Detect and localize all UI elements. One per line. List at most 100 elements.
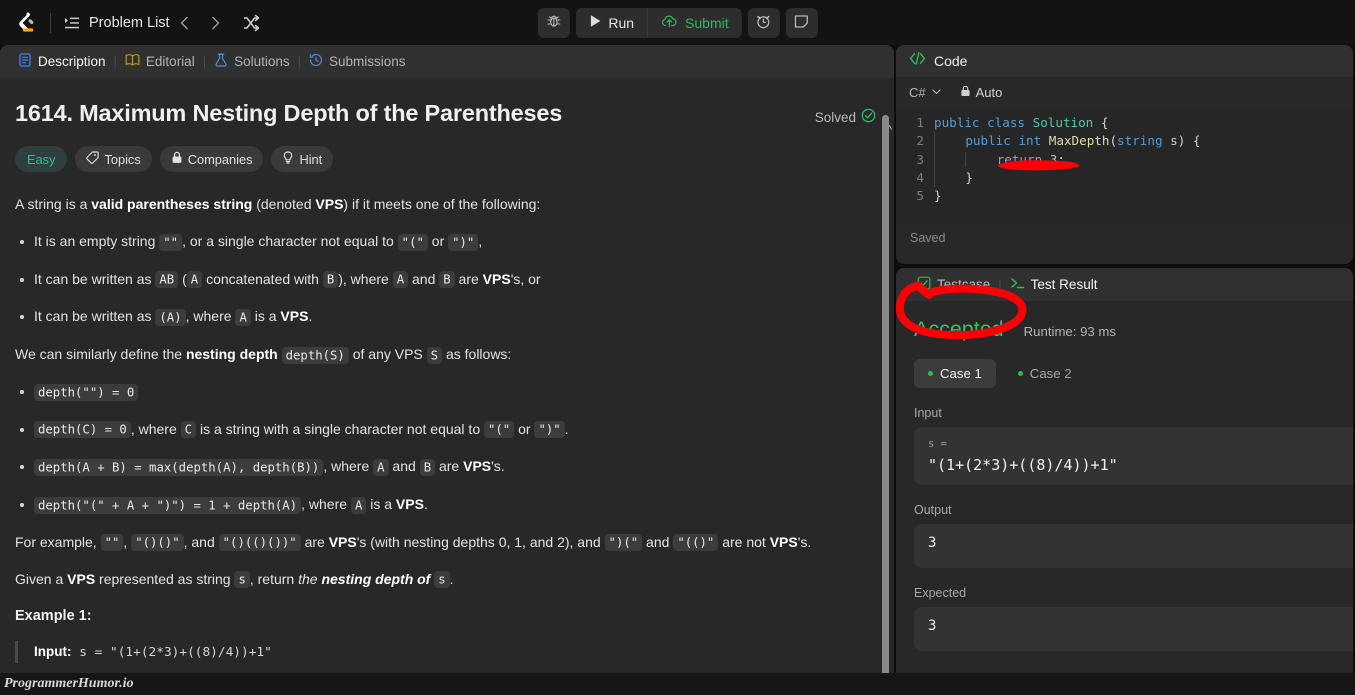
chevron-down-icon — [931, 85, 942, 100]
case-tab-2[interactable]: Case 2 — [1004, 359, 1086, 388]
shuffle-icon[interactable] — [236, 8, 266, 38]
difficulty-label: Easy — [27, 151, 56, 167]
status-badge: Solved — [815, 100, 876, 126]
expected-box[interactable]: 3 — [914, 607, 1353, 651]
auto-lock-button[interactable]: Auto — [960, 85, 1003, 100]
run-submit-group: Run Submit — [575, 7, 742, 38]
input-box[interactable]: s = "(1+(2*3)+((8)/4))+1" — [914, 427, 1353, 485]
line-number: 5 — [916, 188, 924, 204]
run-button[interactable]: Run — [575, 8, 647, 38]
prev-problem-button[interactable] — [170, 8, 200, 38]
debug-button[interactable] — [537, 7, 570, 38]
line-number: 1 — [916, 115, 924, 130]
navbar-action-group: Run Submit — [537, 7, 818, 38]
tab-test-result[interactable]: Test Result — [1002, 276, 1106, 293]
description-scrollbar[interactable] — [882, 115, 889, 675]
inline-code: "(" — [397, 233, 428, 251]
case-tab-2-label: Case 2 — [1029, 366, 1072, 381]
inline-code: depth(S) — [281, 346, 349, 364]
problem-title-row: 1614. Maximum Nesting Depth of the Paren… — [15, 100, 876, 127]
list-icon — [63, 14, 80, 31]
test-result-panel: Testcase | Test Result Accepted Runtime:… — [896, 268, 1353, 695]
expected-value: 3 — [928, 618, 937, 634]
lightbulb-icon — [282, 151, 294, 167]
topics-label: Topics — [104, 151, 141, 167]
problem-list-label: Problem List — [89, 14, 170, 31]
tab-solutions-label: Solutions — [234, 54, 290, 69]
submit-button[interactable]: Submit — [647, 7, 742, 38]
description-icon — [18, 53, 32, 70]
right-panel: Code C# Auto 1 public class Solution {2… — [896, 45, 1353, 695]
check-circle-icon — [861, 108, 876, 126]
problem-list-button[interactable]: Problem List — [63, 14, 170, 31]
code-editor[interactable]: 1 public class Solution { 2 public int M… — [896, 108, 1353, 223]
lock-icon — [171, 151, 183, 167]
main-split: Description | Editorial | Solutions | Su… — [0, 45, 1355, 695]
inline-code: AB — [155, 271, 179, 289]
bug-icon — [545, 13, 561, 32]
example-input-label: Input: — [34, 643, 72, 659]
flask-icon — [214, 53, 228, 70]
auto-label: Auto — [975, 85, 1003, 100]
case-tab-1[interactable]: Case 1 — [914, 359, 996, 388]
output-box[interactable]: 3 — [914, 524, 1353, 568]
tab-testcase[interactable]: Testcase — [909, 276, 998, 293]
list-item: depth(C) = 0, where C is a string with a… — [15, 419, 876, 441]
code-text: public int MaxDepth(string s) { — [934, 132, 1200, 151]
inline-code: "()(()())" — [218, 534, 301, 552]
list-item: It can be written as AB (A concatenated … — [15, 269, 876, 291]
inline-code: B — [439, 271, 455, 289]
difficulty-badge[interactable]: Easy — [15, 146, 68, 172]
tab-submissions[interactable]: Submissions — [301, 53, 414, 70]
inline-code: ")(" — [604, 534, 643, 552]
navbar-left-group: Problem List — [0, 8, 266, 38]
problem-badges: Easy Topics Companies Hint — [15, 146, 876, 172]
input-value: "(1+(2*3)+((8)/4))+1" — [928, 456, 1118, 474]
problem-statement: A string is a valid parentheses string (… — [15, 194, 876, 663]
tab-submissions-label: Submissions — [329, 54, 406, 69]
code-text: public class Solution { — [934, 115, 1109, 130]
inline-code: ")" — [534, 421, 565, 439]
inline-code: (A) — [155, 308, 186, 326]
inline-code: depth(A + B) = max(depth(A), depth(B)) — [34, 458, 324, 476]
result-status: Accepted — [914, 317, 1004, 341]
list-item: It can be written as (A), where A is a V… — [15, 306, 876, 328]
inline-code: A — [235, 308, 251, 326]
hint-button[interactable]: Hint — [271, 146, 334, 172]
inline-code: "" — [100, 534, 124, 552]
tab-test-result-label: Test Result — [1030, 277, 1098, 292]
runtime-label: Runtime: 93 ms — [1023, 324, 1117, 339]
topics-button[interactable]: Topics — [75, 146, 152, 172]
next-problem-button[interactable] — [200, 8, 230, 38]
output-label: Output — [914, 503, 952, 517]
line-number: 3 — [916, 151, 924, 167]
leetcode-logo-icon[interactable] — [12, 10, 38, 36]
inline-code: s — [434, 571, 450, 589]
hint-label: Hint — [299, 151, 323, 167]
tab-editorial[interactable]: Editorial — [117, 53, 203, 70]
submit-label: Submit — [685, 14, 729, 31]
note-button[interactable] — [785, 7, 818, 38]
inline-code: A — [392, 271, 409, 289]
depth-intro-paragraph: We can similarly define the nesting dept… — [15, 346, 512, 364]
example-input-value: s = "(1+(2*3)+((8)/4))+1" — [79, 644, 272, 660]
inline-code: B — [419, 458, 436, 476]
code-brackets-icon — [909, 51, 926, 71]
cloud-upload-icon — [661, 14, 678, 32]
code-line: 4 } — [896, 168, 1353, 188]
tab-solutions[interactable]: Solutions — [206, 53, 298, 70]
language-selector[interactable]: C# — [909, 85, 942, 100]
timer-button[interactable] — [747, 7, 780, 38]
inline-code: S — [426, 346, 443, 364]
input-label: Input — [914, 406, 942, 420]
terminal-icon — [1010, 276, 1025, 293]
inline-code: B — [322, 271, 339, 289]
inline-code: ")" — [448, 233, 479, 251]
description-content: 1614. Maximum Nesting Depth of the Paren… — [0, 78, 894, 695]
example-title: Example 1: — [15, 607, 92, 624]
tab-description[interactable]: Description — [10, 53, 114, 70]
companies-button[interactable]: Companies — [159, 146, 264, 172]
watermark: ProgrammerHumor.io — [0, 673, 1355, 695]
list-item: depth(A + B) = max(depth(A), depth(B)), … — [15, 456, 876, 478]
example-block: Input: s = "(1+(2*3)+((8)/4))+1" — [15, 640, 876, 663]
